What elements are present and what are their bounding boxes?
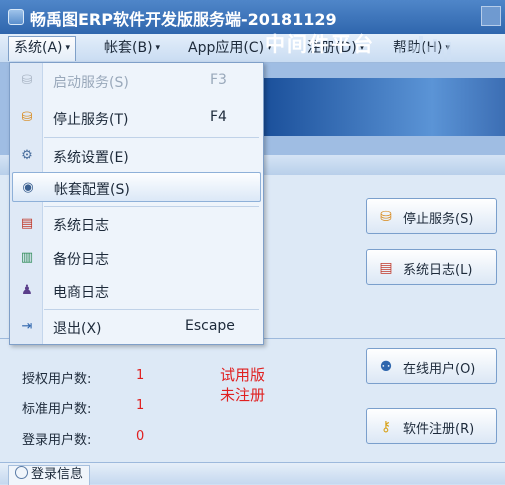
menu-app[interactable]: App应用(C) ▾ xyxy=(183,36,277,60)
key-icon: ⚷ xyxy=(380,419,392,435)
online-users-button[interactable]: ⚉ 在线用户(O) xyxy=(366,348,497,384)
menu-separator xyxy=(44,309,259,310)
log-icon: ▤ xyxy=(20,216,34,231)
chevron-down-icon: ▾ xyxy=(155,43,161,53)
menu-separator xyxy=(44,137,259,138)
menu-account[interactable]: 帐套(B) ▾ xyxy=(99,36,165,60)
menu-label: 系统(A) xyxy=(14,40,63,56)
logged-users-label: 登录用户数: xyxy=(22,433,92,448)
menu-item-label: 系统日志 xyxy=(53,218,109,234)
window-title: 畅禹图ERP软件开发版服务端-20181129 xyxy=(30,10,337,29)
tab-label: 登录信息 xyxy=(31,467,84,482)
backup-icon: ▥ xyxy=(20,250,34,265)
banner-title: 中间件平台 xyxy=(265,32,375,56)
system-dropdown-menu: ⛁ 启动服务(S) F3 ⛁ 停止服务(T) F4 ⚙ 系统设置(E) ◉ 帐套… xyxy=(9,62,264,345)
chevron-down-icon: ▾ xyxy=(65,43,71,53)
window-button[interactable] xyxy=(481,6,501,26)
button-label: 停止服务(S) xyxy=(403,212,474,227)
licensed-users-value: 1 xyxy=(136,368,145,383)
status-bar: 登录信息 xyxy=(0,462,505,485)
menu-item-shortcut: F4 xyxy=(210,109,227,125)
menu-label: 帐套(B) xyxy=(104,40,153,56)
title-bar: 畅禹图ERP软件开发版服务端-20181129 xyxy=(0,0,505,34)
menu-item-backup-log[interactable]: ▥ 备份日志 xyxy=(12,243,261,273)
menu-item-ecommerce-log[interactable]: ♟ 电商日志 xyxy=(12,276,261,306)
ecommerce-icon: ♟ xyxy=(21,283,33,298)
trial-label: 试用版 xyxy=(220,366,266,384)
bar-graphic-icon xyxy=(398,36,451,60)
system-log-button[interactable]: ▤ 系统日志(L) xyxy=(366,249,497,285)
info-icon xyxy=(15,466,28,479)
software-register-button[interactable]: ⚷ 软件注册(R) xyxy=(366,408,497,444)
menu-item-label: 备份日志 xyxy=(53,252,109,268)
logged-users-value: 0 xyxy=(136,429,145,444)
standard-users-label: 标准用户数: xyxy=(22,402,92,417)
banner-graphic xyxy=(262,78,505,136)
tab-login-info[interactable]: 登录信息 xyxy=(8,465,91,485)
users-icon: ⚉ xyxy=(379,359,393,375)
menu-item-label: 停止服务(T) xyxy=(53,112,129,128)
stop-service-button[interactable]: ⛁ 停止服务(S) xyxy=(366,198,497,234)
menu-item-system-log[interactable]: ▤ 系统日志 xyxy=(12,209,261,239)
exit-icon: ⇥ xyxy=(21,319,33,334)
menu-item-stop-service[interactable]: ⛁ 停止服务(T) F4 xyxy=(12,103,261,133)
menu-item-label: 电商日志 xyxy=(53,285,109,301)
licensed-users-label: 授权用户数: xyxy=(22,372,92,387)
app-icon xyxy=(8,9,24,25)
start-service-icon: ⛁ xyxy=(21,73,33,88)
menu-label: App应用(C) xyxy=(188,40,265,56)
menu-item-label: 系统设置(E) xyxy=(53,150,129,166)
menu-item-shortcut: F3 xyxy=(210,72,227,88)
menu-item-label: 退出(X) xyxy=(53,321,102,337)
log-icon: ▤ xyxy=(379,260,393,276)
menu-item-account-config[interactable]: ◉ 帐套配置(S) xyxy=(12,172,261,202)
menu-item-exit[interactable]: ⇥ 退出(X) Escape xyxy=(12,312,261,342)
stop-service-icon: ⛁ xyxy=(380,209,392,225)
button-label: 系统日志(L) xyxy=(403,263,473,278)
unregistered-label: 未注册 xyxy=(220,386,266,404)
menu-separator xyxy=(44,206,259,207)
menu-item-label: 启动服务(S) xyxy=(53,75,129,91)
menu-item-label: 帐套配置(S) xyxy=(54,182,130,198)
menu-item-shortcut: Escape xyxy=(185,318,235,334)
menu-system[interactable]: 系统(A) ▾ xyxy=(8,36,77,61)
button-label: 软件注册(R) xyxy=(403,422,475,437)
menu-item-system-settings[interactable]: ⚙ 系统设置(E) xyxy=(12,141,261,171)
settings-icon: ⚙ xyxy=(21,148,33,163)
account-config-icon: ◉ xyxy=(22,180,34,195)
standard-users-value: 1 xyxy=(136,398,145,413)
stop-service-icon: ⛁ xyxy=(21,110,33,125)
button-label: 在线用户(O) xyxy=(403,362,476,377)
menu-item-start-service: ⛁ 启动服务(S) F3 xyxy=(12,66,261,96)
